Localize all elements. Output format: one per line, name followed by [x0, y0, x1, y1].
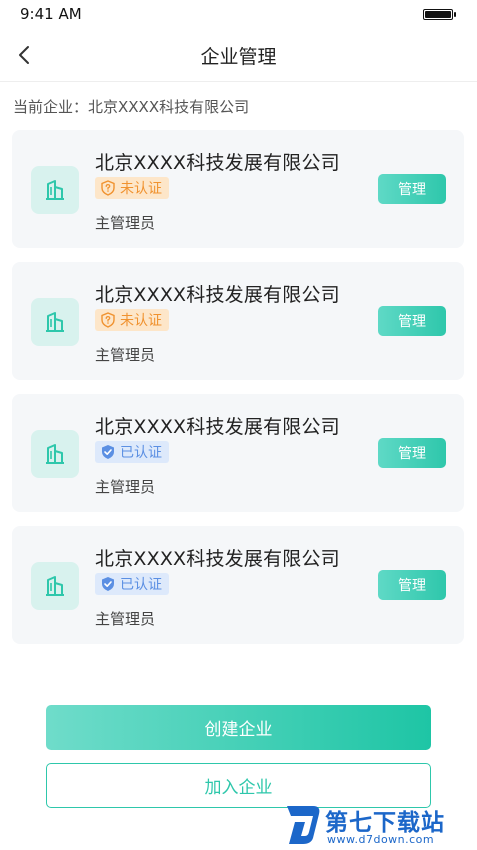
role-label: 主管理员 [95, 610, 156, 628]
status-time: 9:41 AM [20, 5, 82, 23]
create-company-button[interactable]: 创建企业 [46, 705, 431, 750]
manage-button[interactable]: 管理 [378, 570, 446, 600]
company-card: 北京XXXX科技发展有限公司 已认证 主管理员 管理 [12, 526, 464, 644]
battery-icon [423, 9, 456, 20]
status-badge: 未认证 [95, 309, 169, 331]
manage-button[interactable]: 管理 [378, 306, 446, 336]
company-card: 北京XXXX科技发展有限公司 未认证 主管理员 管理 [12, 262, 464, 380]
watermark-logo-icon [287, 806, 320, 844]
company-card: 北京XXXX科技发展有限公司 已认证 主管理员 管理 [12, 394, 464, 512]
company-list: 北京XXXX科技发展有限公司 未认证 主管理员 管理 北京XXXX科技发展有限公… [12, 130, 464, 658]
page-title: 企业管理 [200, 46, 277, 68]
manage-button[interactable]: 管理 [378, 438, 446, 468]
company-name: 北京XXXX科技发展有限公司 [95, 548, 340, 570]
role-label: 主管理员 [95, 478, 156, 496]
manage-button[interactable]: 管理 [378, 174, 446, 204]
status-badge-label: 未认证 [120, 313, 162, 329]
building-icon [31, 562, 79, 610]
company-name: 北京XXXX科技发展有限公司 [95, 284, 340, 306]
company-card: 北京XXXX科技发展有限公司 未认证 主管理员 管理 [12, 130, 464, 248]
company-name: 北京XXXX科技发展有限公司 [95, 152, 340, 174]
status-badge: 未认证 [95, 177, 169, 199]
watermark-url: www.d7down.com [327, 833, 435, 846]
shield-check-icon [100, 444, 116, 460]
status-badge: 已认证 [95, 441, 169, 463]
watermark-text: 第七下载站 [325, 810, 445, 836]
watermark: 第七下载站 www.d7down.com [283, 800, 473, 850]
shield-question-icon [100, 312, 116, 328]
status-badge-label: 已认证 [120, 577, 162, 593]
status-badge: 已认证 [95, 573, 169, 595]
nav-bar: 企业管理 [0, 28, 477, 82]
shield-check-icon [100, 576, 116, 592]
role-label: 主管理员 [95, 214, 156, 232]
company-name: 北京XXXX科技发展有限公司 [95, 416, 340, 438]
building-icon [31, 166, 79, 214]
status-bar: 9:41 AM [0, 0, 477, 28]
current-company-label: 当前企业：北京XXXX科技有限公司 [13, 98, 250, 116]
status-badge-label: 已认证 [120, 445, 162, 461]
shield-question-icon [100, 180, 116, 196]
role-label: 主管理员 [95, 346, 156, 364]
building-icon [31, 430, 79, 478]
building-icon [31, 298, 79, 346]
status-badge-label: 未认证 [120, 181, 162, 197]
